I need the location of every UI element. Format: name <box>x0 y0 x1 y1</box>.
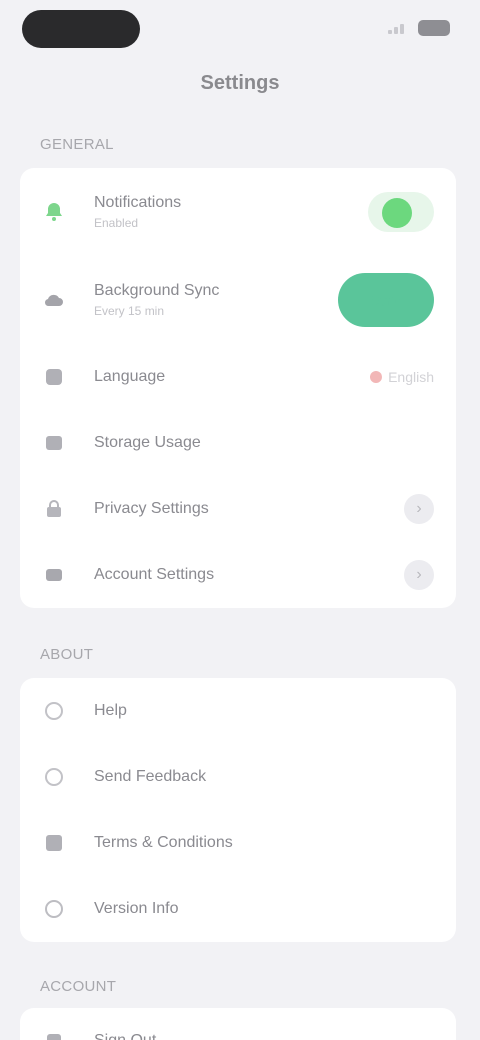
storage-usage-row[interactable]: Storage Usage <box>20 410 456 476</box>
send-feedback-label: Send Feedback <box>94 768 207 785</box>
notifications-sublabel: Enabled <box>94 216 139 230</box>
sign-out-row[interactable]: Sign Out <box>20 1008 456 1040</box>
chevron-right-icon[interactable]: › <box>404 494 434 524</box>
storage-usage-label: Storage Usage <box>94 434 201 451</box>
privacy-settings-label: Privacy Settings <box>94 500 209 517</box>
sync-button[interactable]: Sync <box>338 273 434 327</box>
status-bar <box>0 0 480 60</box>
sign-out-label: Sign Out <box>94 1032 434 1040</box>
privacy-settings-row[interactable]: Privacy Settings › <box>20 476 456 542</box>
about-card: Help Send Feedback Terms & Conditions Ve… <box>20 678 456 942</box>
version-info-row[interactable]: Version Info <box>20 876 456 942</box>
notifications-toggle[interactable] <box>368 192 434 232</box>
message-icon <box>42 765 66 789</box>
send-feedback-row[interactable]: Send Feedback <box>20 744 456 810</box>
signal-icon <box>388 22 410 34</box>
chevron-right-icon[interactable]: › <box>404 560 434 590</box>
status-indicator-dot <box>370 371 383 383</box>
battery-icon <box>418 20 450 36</box>
background-sync-label: Background Sync <box>94 282 220 299</box>
globe-icon <box>42 365 66 389</box>
account-card: Sign Out <box>20 1008 456 1040</box>
terms-label: Terms & Conditions <box>94 834 233 851</box>
user-icon <box>42 563 66 587</box>
notifications-row[interactable]: Notifications Enabled <box>20 168 456 256</box>
logout-icon <box>42 1029 66 1040</box>
page-title: Settings <box>200 72 280 94</box>
help-label: Help <box>94 702 127 719</box>
language-row[interactable]: Language English <box>20 344 456 410</box>
document-icon <box>42 831 66 855</box>
toggle-knob <box>382 198 412 228</box>
background-sync-sublabel: Every 15 min <box>94 304 165 318</box>
status-icons <box>388 20 450 36</box>
status-time-pill <box>22 10 140 48</box>
settings-screen: Settings GENERAL Notifications Enabled B… <box>0 0 480 1040</box>
database-icon <box>42 431 66 455</box>
help-row[interactable]: Help <box>20 678 456 744</box>
language-label: Language <box>94 368 166 385</box>
notifications-label: Notifications <box>94 194 182 211</box>
language-value: English <box>370 369 434 385</box>
account-settings-row[interactable]: Account Settings › <box>20 542 456 608</box>
language-value-text: English <box>388 369 434 385</box>
help-icon <box>42 699 66 723</box>
section-header-general: GENERAL <box>40 136 114 153</box>
lock-icon <box>42 497 66 521</box>
terms-row[interactable]: Terms & Conditions <box>20 810 456 876</box>
info-icon <box>42 897 66 921</box>
general-settings-card: Notifications Enabled Background Sync Ev… <box>20 168 456 608</box>
background-sync-row[interactable]: Background Sync Every 15 min Sync <box>20 256 456 344</box>
section-header-account: ACCOUNT <box>40 978 117 995</box>
version-info-label: Version Info <box>94 900 179 917</box>
section-header-about: ABOUT <box>40 646 94 663</box>
account-settings-label: Account Settings <box>94 566 215 583</box>
bell-icon <box>42 200 66 224</box>
cloud-icon <box>42 288 66 312</box>
